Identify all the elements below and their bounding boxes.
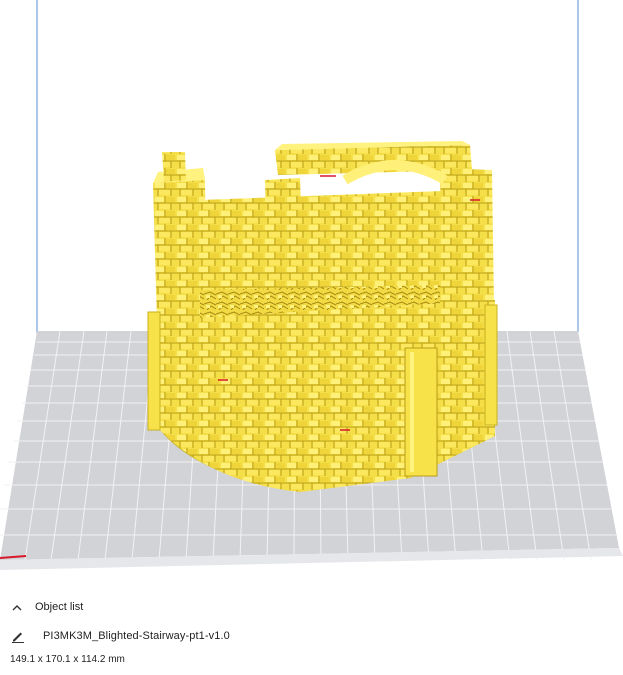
model-blighted-stairway[interactable] (147, 141, 498, 492)
chevron-up-icon (9, 599, 25, 615)
object-list-toggle[interactable]: Object list (9, 598, 83, 616)
object-name[interactable]: PI3MK3M_Blighted-Stairway-pt1-v1.0 (43, 630, 230, 642)
3d-viewport[interactable] (0, 0, 623, 590)
object-list-item[interactable]: PI3MK3M_Blighted-Stairway-pt1-v1.0 (9, 626, 230, 646)
scene (0, 0, 623, 570)
object-list-panel: Object list PI3MK3M_Blighted-Stairway-pt… (0, 590, 623, 675)
pencil-icon[interactable] (9, 627, 27, 645)
object-dimensions: 149.1 x 170.1 x 114.2 mm (10, 654, 125, 665)
object-list-label: Object list (35, 601, 84, 613)
